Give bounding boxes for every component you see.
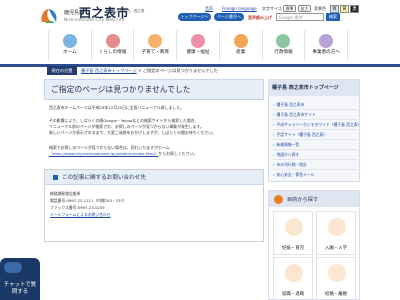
bg-color-yellow-button[interactable]: 黄 bbox=[340, 5, 349, 13]
breadcrumb: 種子島 西之表市トップページ > ご指定のページは見つかりませんでした bbox=[81, 68, 218, 73]
sidebar-item[interactable]: 安心安全・緊急メール bbox=[273, 172, 315, 178]
sidebar-item[interactable]: 手話サイト（種子島 西之表） bbox=[273, 132, 328, 138]
font-size-standard-button[interactable]: 標準 bbox=[283, 5, 296, 12]
sidebar-menu: 種子島 西之表市トップページ 種子島 西之表市 種子島 西之表市サイト 平成ギャ… bbox=[268, 79, 362, 182]
divider bbox=[273, 129, 357, 130]
contact-tel: 電話番号:0997-22-1111（内線253・257） bbox=[50, 198, 127, 203]
bg-color-blue-button[interactable]: 青 bbox=[330, 5, 339, 13]
divider bbox=[273, 119, 357, 120]
heading-bullet-icon bbox=[53, 174, 58, 180]
purpose-employment[interactable]: 就職・退職 bbox=[273, 257, 313, 300]
purpose-search-box: 目的から探す 妊娠・育児 入園・入学 就職・退職 結婚・離婚 bbox=[268, 190, 360, 300]
purpose-marriage[interactable]: 結婚・離婚 bbox=[316, 257, 356, 300]
sidebar-item[interactable]: 平成ギャラリーだいすきワイド（種子島 西之表） bbox=[273, 122, 362, 128]
sidebar-heading: 種子島 西之表市トップページ bbox=[269, 80, 359, 96]
read-aloud-link[interactable]: 音声読み上げ bbox=[248, 15, 272, 21]
home-icon bbox=[62, 34, 77, 48]
purpose-enrollment[interactable]: 入園・入学 bbox=[316, 211, 356, 255]
nav-health[interactable]: 健康・福祉 bbox=[176, 30, 219, 60]
contact-mail-link[interactable]: メールフォームによるお問い合わせ bbox=[50, 212, 111, 218]
home-url-link[interactable]: （http://www.city.nishinoomote.lg.jp/admi… bbox=[49, 151, 158, 156]
foreign-language-link[interactable]: Foreign language bbox=[222, 6, 257, 11]
logo-subtitle: Nishinoomote City Web site bbox=[64, 17, 125, 22]
sidebar-item[interactable]: 種子島 西之表市 bbox=[273, 102, 305, 108]
sidebar-item[interactable]: 地図から探す bbox=[273, 152, 300, 158]
purpose-heading: 目的から探す bbox=[269, 191, 359, 207]
nav-business[interactable]: 事業者の方へ bbox=[304, 30, 349, 60]
childcare-icon bbox=[148, 34, 163, 48]
marriage-icon bbox=[328, 264, 346, 282]
enrollment-icon bbox=[328, 218, 346, 236]
sidebar-item[interactable]: 新着情報一覧 bbox=[273, 142, 300, 148]
divider bbox=[273, 109, 357, 110]
chat-widget-button[interactable]: チャットで質問する bbox=[0, 258, 40, 300]
nav-industry[interactable]: 産業 bbox=[218, 30, 262, 60]
background-color-label: 背景色 bbox=[314, 6, 326, 11]
nav-home[interactable]: ホーム bbox=[48, 30, 91, 60]
renewal-notice: 西之表市ホームページは平成29年12月25日に全面リニューアル致しました。 bbox=[49, 105, 185, 110]
breadcrumb-label: 現在の位置 bbox=[47, 66, 77, 75]
notice-line-3: 新しいページが表示されるまで、大変ご迷惑をおかけしますが、しばらくの間お待ちくだ… bbox=[49, 130, 216, 135]
divider bbox=[273, 139, 357, 140]
search-button[interactable]: 検索 bbox=[326, 13, 340, 21]
pregnancy-icon bbox=[285, 218, 303, 236]
logo-icon bbox=[41, 9, 57, 23]
business-icon bbox=[319, 34, 334, 48]
contact-fax: ファックス番号:0997-23-0205 bbox=[50, 205, 105, 210]
top-page-button[interactable]: トップページへ bbox=[178, 13, 211, 21]
page-number-button[interactable]: ページ番号へ bbox=[214, 13, 244, 21]
nav-childcare[interactable]: 子育て・教育 bbox=[133, 30, 176, 60]
page-title: ご指定のページは見つかりませんでした bbox=[44, 79, 264, 100]
sidebar-item[interactable]: 種子島 西之表市サイト bbox=[273, 112, 316, 118]
chat-bubble-icon bbox=[4, 262, 22, 273]
global-nav: ホーム くらしの情報 子育て・教育 健康・福祉 産業 行政情報 事業者の方へ bbox=[48, 30, 349, 60]
purpose-pregnancy[interactable]: 妊娠・育児 bbox=[273, 211, 313, 255]
font-size-label: 文字サイズ bbox=[262, 6, 282, 11]
contact-department: 総務課秘書広報係 bbox=[50, 191, 81, 196]
employment-icon bbox=[285, 264, 303, 282]
health-icon bbox=[191, 34, 206, 48]
industry-icon bbox=[233, 34, 248, 48]
contact-box: この記事に関するお問い合わせ先 総務課秘書広報係 電話番号:0997-22-11… bbox=[44, 169, 264, 242]
purpose-icon bbox=[274, 194, 283, 204]
search-input[interactable]: Google 提供 bbox=[276, 13, 324, 21]
font-size-large-button[interactable]: 拡大 bbox=[298, 5, 311, 12]
divider bbox=[273, 149, 357, 150]
sidebar-item[interactable]: 市の刊行物・統計 bbox=[273, 162, 307, 168]
breadcrumb-home-link[interactable]: 種子島 西之表市トップページ bbox=[81, 68, 137, 73]
search-hint-line-2: （http://www.city.nishinoomote.lg.jp/admi… bbox=[49, 151, 198, 156]
divider bbox=[273, 169, 357, 170]
logo-tagline: だいすき、西之表 bbox=[116, 9, 145, 13]
breadcrumb-current: ご指定のページは見つかりませんでした bbox=[142, 68, 218, 73]
administration-icon bbox=[276, 34, 291, 48]
living-icon bbox=[105, 34, 120, 48]
nav-living[interactable]: くらしの情報 bbox=[90, 30, 134, 60]
bg-color-black-button[interactable]: 黒 bbox=[350, 5, 359, 13]
voice-link[interactable]: 音声 bbox=[205, 6, 213, 12]
divider bbox=[273, 159, 357, 160]
nav-administration[interactable]: 行政情報 bbox=[261, 30, 305, 60]
contact-heading: この記事に関するお問い合わせ先 bbox=[45, 170, 263, 185]
